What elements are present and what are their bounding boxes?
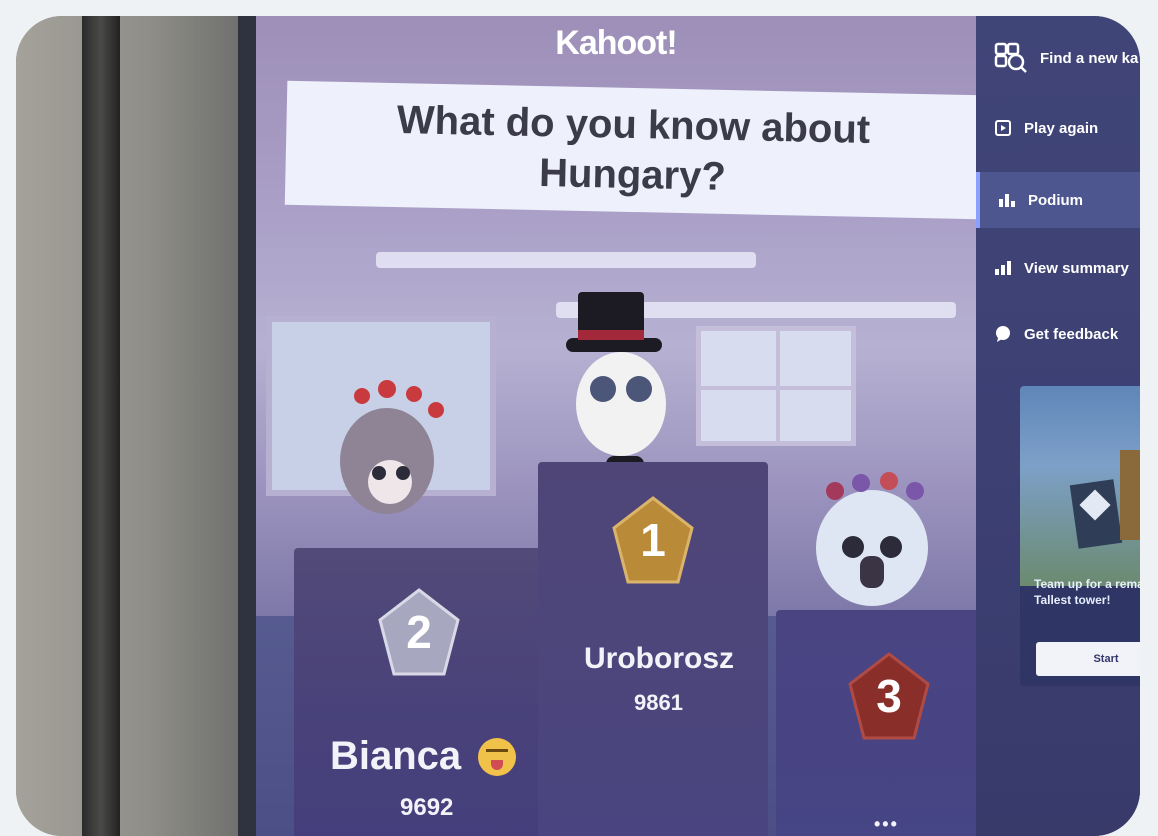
sidebar-item-label: Play again [1024, 119, 1099, 137]
sidebar-item-label: View summary [1024, 259, 1129, 277]
question-banner: What do you know about Hungary? [284, 80, 982, 220]
ceiling-light [376, 252, 756, 268]
window [696, 326, 856, 446]
question-title: What do you know about Hungary? [396, 98, 871, 199]
kahoot-screen: Kahoot! What do you know about Hungary? [256, 16, 1140, 836]
promo-card: Team up for a remat Tallest tower! Start [1020, 386, 1140, 686]
kahoot-logo: Kahoot! [555, 24, 677, 62]
sidebar-item-play-again[interactable]: Play again [976, 100, 1140, 156]
rank-3-badge: 3 [846, 650, 932, 742]
results-sidebar: Find a new ka Play again Podium View sum… [976, 16, 1140, 836]
promo-text: Team up for a remat Tallest tower! [1034, 577, 1140, 607]
promo-illustration [1020, 386, 1140, 586]
promo-start-button[interactable]: Start [1036, 642, 1140, 676]
laughing-tongue-emoji-icon [478, 738, 516, 776]
wall [16, 16, 256, 836]
rank-2-badge: 2 [376, 586, 462, 678]
podium-first-place: 1 Uroborosz 9861 [538, 462, 768, 836]
sidebar-item-get-feedback[interactable]: Get feedback [976, 306, 1140, 362]
sidebar-item-find-new-kahoot[interactable]: Find a new ka [976, 30, 1140, 86]
sidebar-item-label: Find a new ka [1040, 49, 1139, 67]
sidebar-item-view-summary[interactable]: View summary [976, 240, 1140, 296]
speech-bubble-icon [994, 325, 1012, 343]
sidebar-item-label: Get feedback [1024, 325, 1119, 343]
second-place-score: 9692 [400, 794, 454, 821]
play-again-icon [994, 119, 1012, 137]
rank-1-badge: 1 [610, 494, 696, 586]
bar-chart-icon [994, 259, 1012, 277]
sidebar-item-label: Podium [1028, 191, 1083, 209]
third-place-score: ••• [874, 814, 899, 834]
sidebar-item-podium[interactable]: Podium [976, 172, 1140, 228]
metal-pole [82, 16, 120, 836]
second-place-name: Bianca [330, 734, 462, 778]
first-place-name: Uroborosz [584, 642, 734, 675]
podium-third-place: 3 ••• [776, 610, 994, 836]
first-place-score: 9861 [634, 690, 683, 715]
search-kahoot-icon [994, 40, 1030, 76]
podium-second-place: 2 Bianca 9692 [294, 548, 544, 836]
podium-icon [998, 191, 1016, 209]
photo-frame: Kahoot! What do you know about Hungary? [16, 16, 1140, 836]
